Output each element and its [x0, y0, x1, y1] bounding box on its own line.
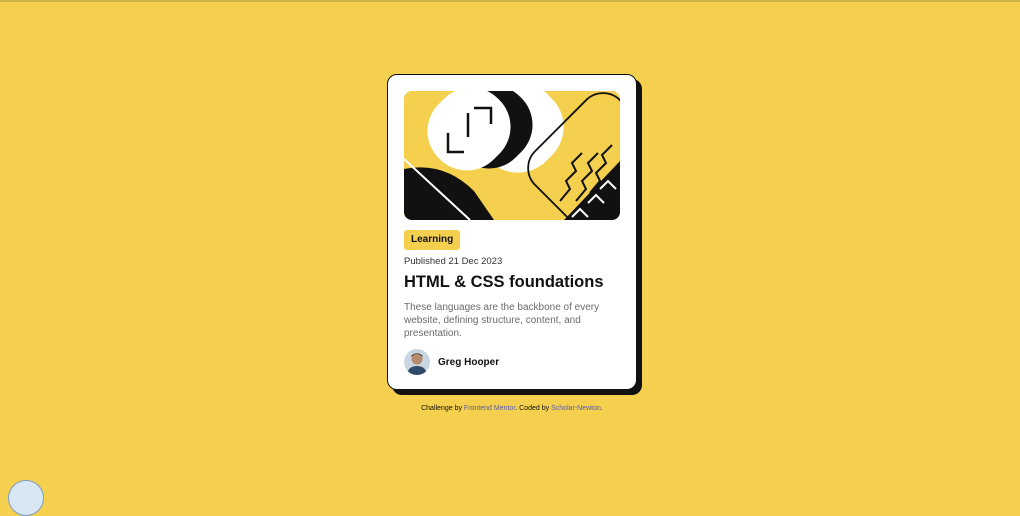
- attribution-middle: . Coded by: [515, 405, 552, 412]
- top-border: [0, 0, 1020, 2]
- frontend-mentor-link[interactable]: Frontend Mentor: [464, 405, 515, 412]
- card-title[interactable]: HTML & CSS foundations: [404, 273, 604, 292]
- attribution-suffix: .: [600, 405, 603, 412]
- author-info: Greg Hooper: [404, 349, 499, 375]
- attribution-prefix: Challenge by: [421, 405, 464, 412]
- card-description: These languages are the backbone of ever…: [404, 302, 600, 339]
- attribution: Challenge by Frontend Mentor. Coded by S…: [0, 405, 1020, 412]
- author-name: Greg Hooper: [438, 356, 500, 368]
- hero-illustration: [404, 91, 620, 220]
- author-profile-link[interactable]: Scholar-Newton: [551, 405, 601, 412]
- published-date: Published 21 Dec 2023: [404, 256, 503, 267]
- corner-widget-icon[interactable]: [8, 480, 44, 516]
- blog-preview-card: Learning Published 21 Dec 2023 HTML & CS…: [387, 74, 637, 390]
- category-badge: Learning: [404, 230, 461, 250]
- author-avatar: [404, 349, 430, 375]
